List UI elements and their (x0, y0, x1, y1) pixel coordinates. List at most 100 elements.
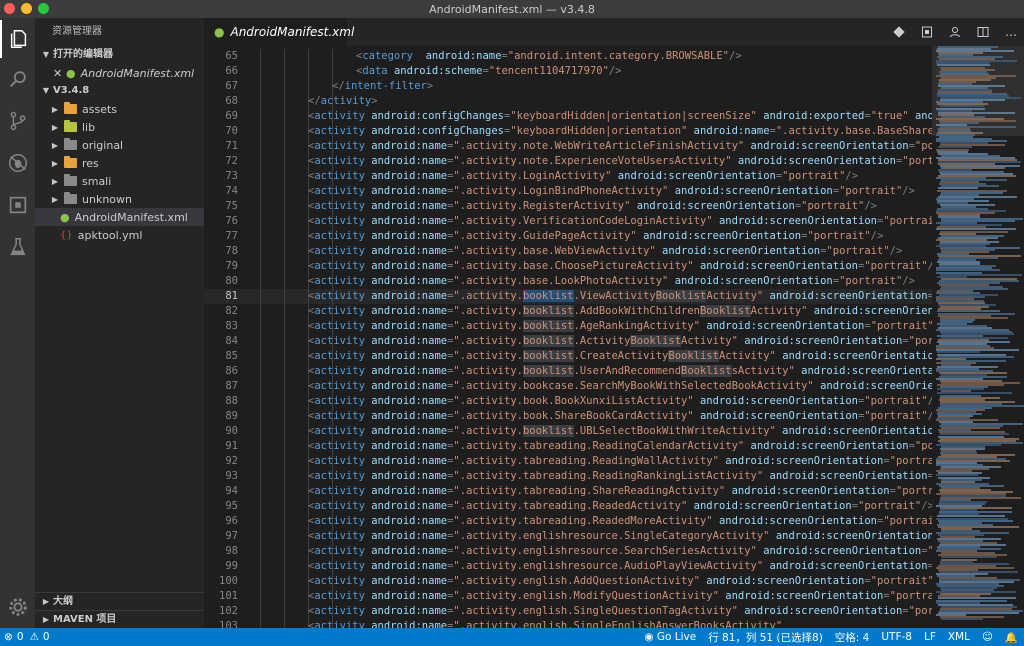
line-number: 88 (225, 395, 238, 407)
language-mode[interactable]: XML (948, 631, 970, 643)
code-line[interactable]: 69 <activity android:configChanges="keybo… (204, 109, 932, 124)
code-line[interactable]: 83 <activity android:name=".activity.book… (204, 319, 932, 334)
code-line[interactable]: 89 <activity android:name=".activity.book… (204, 409, 932, 424)
file-tree-item[interactable]: ▶ res (35, 154, 204, 172)
code-line[interactable]: 71 <activity android:name=".activity.note… (204, 139, 932, 154)
indent-guide (260, 289, 261, 304)
file-tree-item[interactable]: {} apktool.yml (35, 226, 204, 244)
code-line[interactable]: 84 <activity android:name=".activity.book… (204, 334, 932, 349)
git-compare-icon[interactable] (892, 25, 906, 39)
code-line[interactable]: 85 <activity android:name=".activity.book… (204, 349, 932, 364)
code-token: ".activity.note.WebWriteArticleFinishAct… (453, 140, 745, 152)
code-line[interactable]: 99 <activity android:name=".activity.engl… (204, 559, 932, 574)
code-line[interactable]: 76 <activity android:name=".activity.Veri… (204, 214, 932, 229)
maximize-window-button[interactable] (38, 3, 49, 14)
outline-header[interactable]: ▶ 大纲 (35, 592, 204, 610)
code-line[interactable]: 65 <category android:name="android.intent… (204, 49, 932, 64)
code-token: android:name (371, 410, 448, 422)
feedback-smiley-icon[interactable]: ☺ (982, 631, 993, 643)
file-tree-item[interactable]: ▶ lib (35, 118, 204, 136)
code-line[interactable]: 68 </activity> (204, 94, 932, 109)
code-line[interactable]: 102 <activity android:name=".activity.eng… (204, 604, 932, 619)
file-tree-item[interactable]: ▶ smali (35, 172, 204, 190)
code-line[interactable]: 66 <data android:scheme="tencent110471797… (204, 64, 932, 79)
split-editor-icon[interactable] (976, 25, 990, 39)
code-line[interactable]: 93 <activity android:name=".activity.tabr… (204, 469, 932, 484)
file-tree-item[interactable]: ▶ original (35, 136, 204, 154)
code-token: ".activity.english.SingleQuestionTagActi… (453, 605, 738, 617)
code-line[interactable]: 97 <activity android:name=".activity.engl… (204, 529, 932, 544)
minimize-window-button[interactable] (21, 3, 32, 14)
code-line[interactable]: 80 <activity android:name=".activity.base… (204, 274, 932, 289)
code-token: "portrait" (826, 245, 890, 257)
encoding[interactable]: UTF-8 (881, 631, 912, 643)
source-control-icon[interactable] (0, 102, 35, 140)
project-header[interactable]: ▼ V3.4.8 (35, 82, 204, 100)
code-token: android:screenOrientation (769, 470, 928, 482)
line-ending[interactable]: LF (924, 631, 936, 643)
file-tree-item[interactable]: ▶ assets (35, 100, 204, 118)
code-line[interactable]: 92 <activity android:name=".activity.tabr… (204, 454, 932, 469)
open-editor-item[interactable]: ✕ ● AndroidManifest.xml (35, 64, 204, 82)
code-line[interactable]: 88 <activity android:name=".activity.book… (204, 394, 932, 409)
code-line[interactable]: 100 <activity android:name=".activity.eng… (204, 574, 932, 589)
cursor-position[interactable]: 行 81，列 51 (已选择8) (708, 630, 823, 645)
error-count: 0 (16, 631, 24, 643)
indentation[interactable]: 空格: 4 (835, 630, 870, 645)
open-editors-header[interactable]: ▼ 打开的编辑器 (35, 46, 204, 64)
extensions-icon[interactable] (0, 186, 35, 224)
close-window-button[interactable] (4, 3, 15, 14)
account-icon[interactable] (948, 25, 962, 39)
search-icon[interactable] (0, 60, 35, 98)
code-line[interactable]: 73 <activity android:name=".activity.Logi… (204, 169, 932, 184)
code-token: /> (870, 230, 884, 242)
code-line[interactable]: 96 <activity android:name=".activity.tabr… (204, 514, 932, 529)
code-line[interactable]: 91 <activity android:name=".activity.tabr… (204, 439, 932, 454)
code-token: android:name (693, 125, 770, 137)
folder-icon (64, 192, 77, 204)
preview-icon[interactable] (920, 25, 934, 39)
more-actions-icon[interactable]: … (1004, 25, 1018, 39)
code-line[interactable]: 82 <activity android:name=".activity.book… (204, 304, 932, 319)
debug-icon[interactable] (0, 144, 35, 182)
maven-header[interactable]: ▶ MAVEN 项目 (35, 610, 204, 628)
explorer-icon[interactable] (0, 20, 35, 58)
code-token: android:screenOrientation (763, 545, 922, 557)
code-line[interactable]: 75 <activity android:name=".activity.Regi… (204, 199, 932, 214)
file-tree-item[interactable]: ● AndroidManifest.xml (35, 208, 204, 226)
indent-guide (284, 304, 285, 319)
close-icon[interactable]: ✕ (53, 67, 63, 80)
code-line[interactable]: 67 </intent-filter> (204, 79, 932, 94)
settings-gear-icon[interactable] (0, 588, 35, 626)
code-line[interactable]: 70 <activity android:configChanges="keybo… (204, 124, 932, 139)
code-line[interactable]: 101 <activity android:name=".activity.eng… (204, 589, 932, 604)
code-line[interactable]: 90 <activity android:name=".activity.book… (204, 424, 932, 439)
code-line[interactable]: 103 <activity android:name=".activity.eng… (204, 619, 932, 628)
tab-androidmanifest[interactable]: ● AndroidManifest.xml (204, 18, 354, 46)
go-live-button[interactable]: ◉ Go Live (644, 631, 696, 643)
window-controls (4, 3, 49, 14)
code-editor[interactable]: 65 <category android:name="android.intent… (204, 46, 932, 628)
file-tree-item[interactable]: ▶ unknown (35, 190, 204, 208)
code-line[interactable]: 81 <activity android:name=".activity.book… (204, 289, 932, 304)
code-line[interactable]: 86 <activity android:name=".activity.book… (204, 364, 932, 379)
flask-icon[interactable] (0, 228, 35, 266)
code-line[interactable]: 74 <activity android:name=".activity.Logi… (204, 184, 932, 199)
code-token: activity (314, 275, 365, 287)
code-line[interactable]: 87 <activity android:name=".activity.book… (204, 379, 932, 394)
code-line[interactable]: 98 <activity android:name=".activity.engl… (204, 544, 932, 559)
code-line[interactable]: 77 <activity android:name=".activity.Guid… (204, 229, 932, 244)
project-label: V3.4.8 (53, 85, 90, 96)
code-line[interactable]: 94 <activity android:name=".activity.tabr… (204, 484, 932, 499)
notifications-bell-icon[interactable]: 🔔 (1005, 631, 1018, 644)
indent-guide (284, 454, 285, 469)
code-line[interactable]: 95 <activity android:name=".activity.tabr… (204, 499, 932, 514)
code-line[interactable]: 72 <activity android:name=".activity.note… (204, 154, 932, 169)
code-line[interactable]: 79 <activity android:name=".activity.base… (204, 259, 932, 274)
code-token: android:screenOrientation (699, 395, 859, 407)
problems-indicator[interactable]: ⊗ 0 ⚠ 0 (0, 631, 50, 643)
code-line[interactable]: 78 <activity android:name=".activity.base… (204, 244, 932, 259)
code-text: <category android:name="android.intent.c… (356, 49, 742, 64)
indent-guide (284, 319, 285, 334)
minimap[interactable] (932, 46, 1024, 628)
